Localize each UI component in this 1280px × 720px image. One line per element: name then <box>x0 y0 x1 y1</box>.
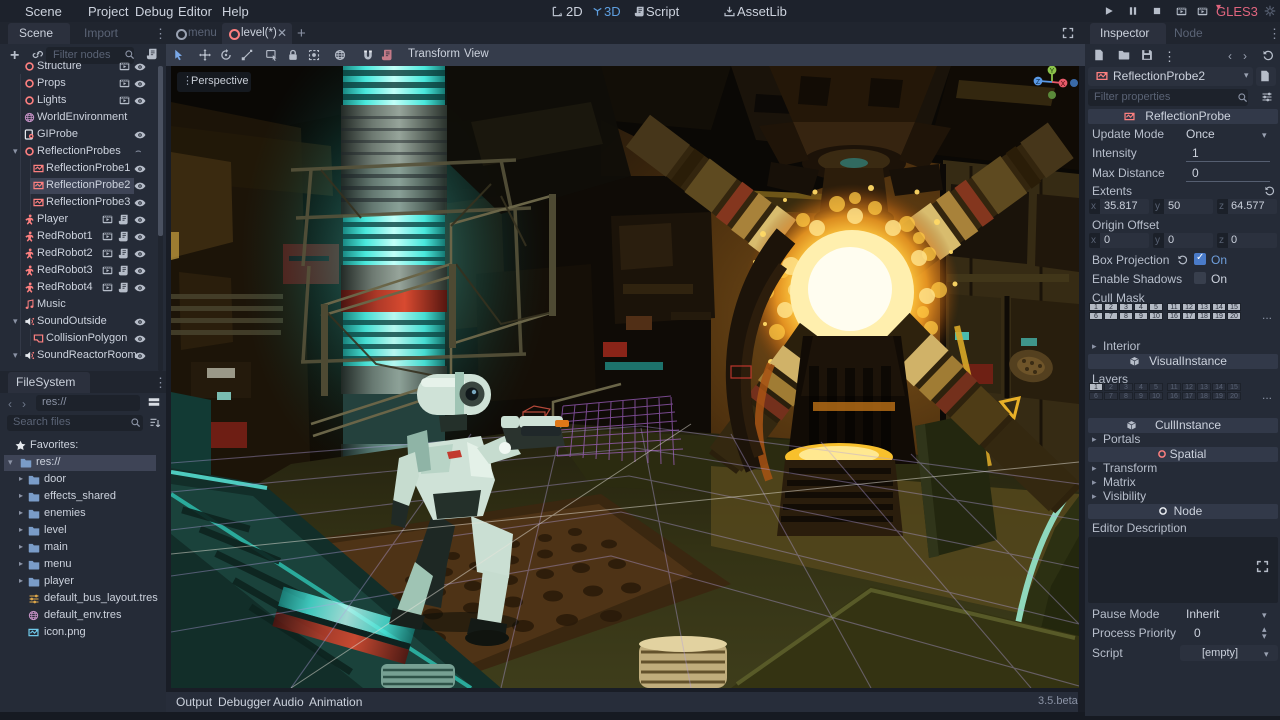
svg-text:Z: Z <box>1036 79 1041 86</box>
svg-text:X: X <box>1061 81 1066 88</box>
svg-text:Y: Y <box>1050 68 1055 75</box>
